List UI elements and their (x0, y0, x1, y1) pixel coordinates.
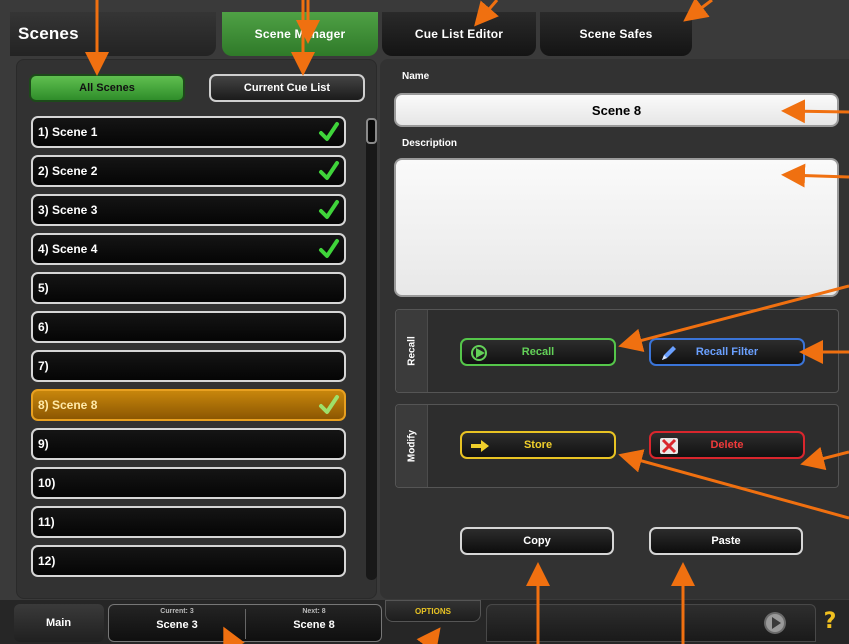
name-label: Name (402, 71, 430, 82)
tab-cue-list-editor[interactable]: Cue List Editor (382, 12, 536, 56)
scene-row[interactable]: 6) (31, 311, 346, 343)
scrollbar-track[interactable] (366, 120, 377, 580)
delete-button-label: Delete (710, 439, 744, 451)
tab-scene-safes[interactable]: Scene Safes (540, 12, 692, 56)
play-icon[interactable] (763, 611, 787, 635)
scene-list-panel: All Scenes Current Cue List 1) Scene 1 2)… (16, 59, 377, 599)
recall-filter-button-label: Recall Filter (695, 346, 759, 358)
scene-row[interactable]: 4) Scene 4 (31, 233, 346, 265)
check-icon (319, 239, 339, 258)
scene-row[interactable]: 7) (31, 350, 346, 382)
check-icon (319, 161, 339, 180)
store-button-label: Store (523, 439, 553, 451)
scene-row[interactable]: 10) (31, 467, 346, 499)
check-icon (319, 395, 339, 414)
scene-details-panel: Name Scene 8 Description Recall Recall R… (380, 59, 849, 599)
scene-row[interactable]: 2) Scene 2 (31, 155, 346, 187)
pencil-icon (662, 346, 676, 360)
scene-row[interactable]: 1) Scene 1 (31, 116, 346, 148)
scene-row-label: 2) Scene 2 (38, 164, 98, 178)
description-label: Description (402, 138, 458, 149)
arrow-right-icon (471, 440, 489, 452)
bottom-bar: Main Current: 3 Scene 3 Next: 8 Scene 8 … (0, 600, 849, 644)
scene-row-label: 7) (38, 359, 49, 373)
scene-row-label: 12) (38, 554, 56, 568)
scene-row-label: 10) (38, 476, 56, 490)
options-tab[interactable]: OPTIONS (385, 600, 481, 622)
next-scene-cell: Next: 8 Scene 8 (246, 605, 382, 641)
scene-row-label: 3) Scene 3 (38, 203, 98, 217)
store-button[interactable]: Store (460, 431, 616, 459)
check-icon (319, 200, 339, 219)
scene-row-label: 4) Scene 4 (38, 242, 98, 256)
modify-group: Modify Store Delete (395, 404, 839, 488)
scene-row-label: 1) Scene 1 (38, 125, 98, 139)
current-scene-cell: Current: 3 Scene 3 (109, 605, 245, 641)
current-next-scene-display[interactable]: Current: 3 Scene 3 Next: 8 Scene 8 (108, 604, 382, 642)
scene-name-field[interactable]: Scene 8 (394, 93, 839, 127)
recall-button[interactable]: Recall (460, 338, 616, 366)
scene-row-label: 8) Scene 8 (38, 398, 98, 412)
check-icon (319, 122, 339, 141)
delete-button[interactable]: Delete (649, 431, 805, 459)
recall-group-label: Recall (396, 310, 428, 392)
scene-row[interactable]: 5) (31, 272, 346, 304)
tab-scene-manager[interactable]: Scene Manager (222, 12, 378, 56)
recall-filter-button[interactable]: Recall Filter (649, 338, 805, 366)
recall-icon (471, 345, 487, 361)
scene-row[interactable]: 11) (31, 506, 346, 538)
all-scenes-button[interactable]: All Scenes (29, 74, 185, 102)
copy-button[interactable]: Copy (460, 527, 614, 555)
next-scene-caption: Next: 8 (302, 608, 326, 615)
scene-list: 1) Scene 1 2) Scene 2 3) Scene 3 4) Scene 4… (31, 116, 349, 586)
scene-row-label: 9) (38, 437, 49, 451)
scene-row[interactable]: 3) Scene 3 (31, 194, 346, 226)
scene-row[interactable]: 12) (31, 545, 346, 577)
paste-button[interactable]: Paste (649, 527, 803, 555)
scene-manager-screen: Scenes Scene Manager Cue List Editor Sce… (0, 0, 849, 644)
next-scene-name: Scene 8 (293, 619, 335, 631)
recall-button-label: Recall (521, 346, 555, 358)
scene-description-field[interactable] (394, 158, 839, 297)
main-button[interactable]: Main (14, 604, 104, 642)
current-scene-name: Scene 3 (156, 619, 198, 631)
current-scene-caption: Current: 3 (160, 608, 194, 615)
help-icon[interactable]: ? (818, 604, 842, 638)
scene-row-label: 11) (38, 515, 55, 529)
current-cue-list-button[interactable]: Current Cue List (209, 74, 365, 102)
delete-x-icon (660, 438, 678, 454)
scene-row[interactable]: 9) (31, 428, 346, 460)
scene-row[interactable]: 8) Scene 8 (31, 389, 346, 421)
recall-group: Recall Recall Recall Filter (395, 309, 839, 393)
scene-row-label: 6) (38, 320, 49, 334)
scene-row-label: 5) (38, 281, 49, 295)
modify-group-label: Modify (396, 405, 428, 487)
tab-scenes[interactable]: Scenes (10, 12, 216, 56)
scrollbar-thumb[interactable] (366, 118, 377, 144)
